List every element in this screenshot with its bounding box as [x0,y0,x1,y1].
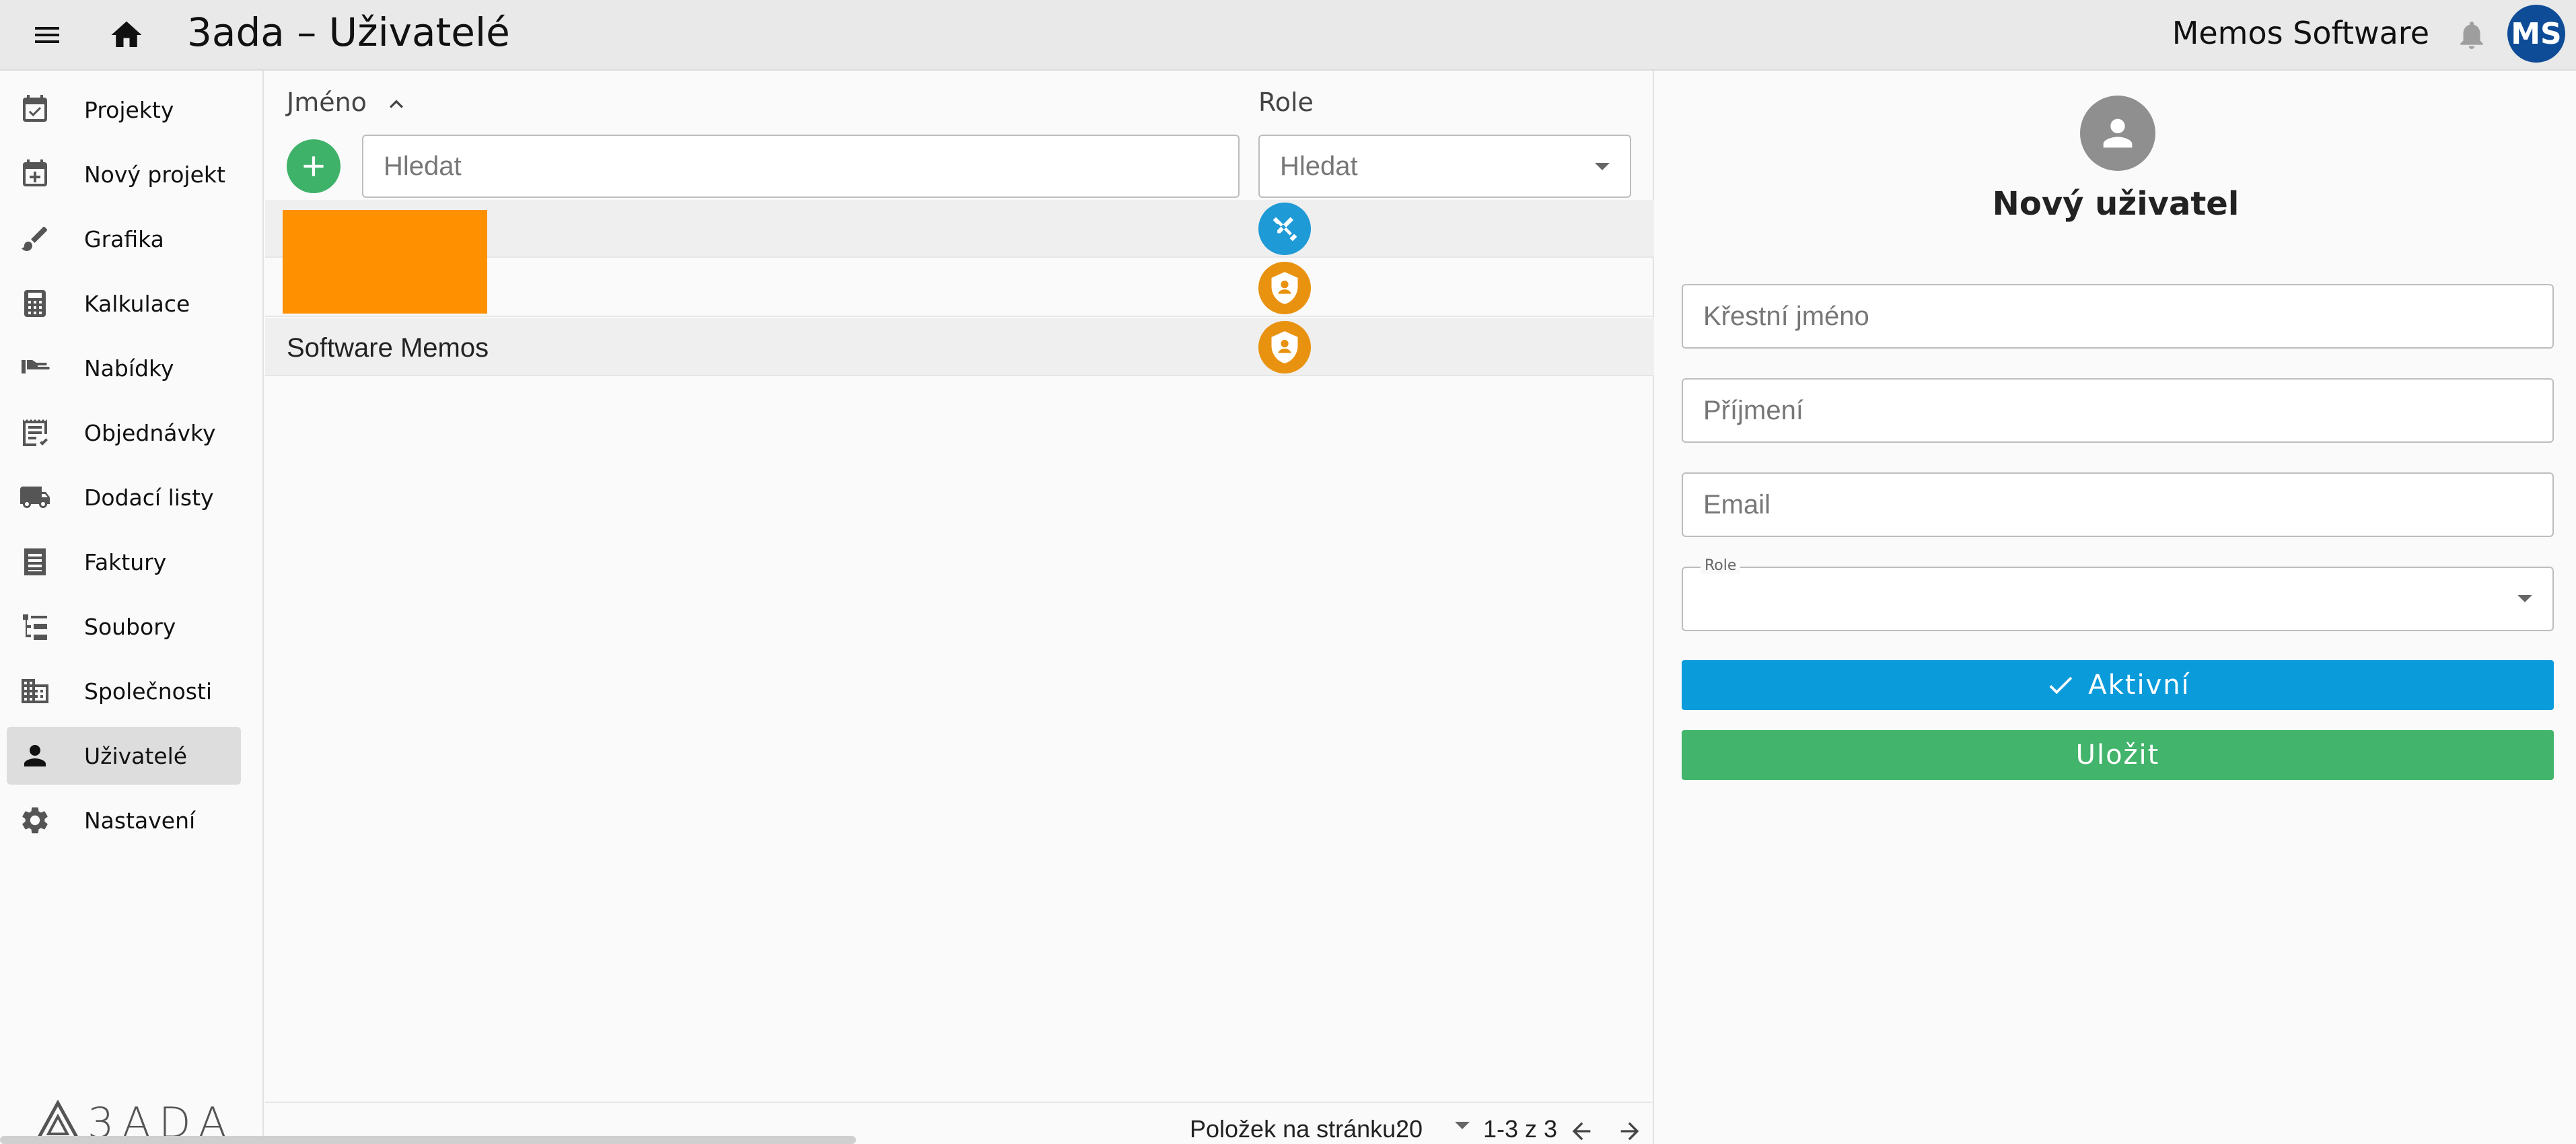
last-name-input[interactable] [1703,395,2552,426]
sidebar-item-label: Projekty [84,96,174,123]
role-badge [1258,203,1311,255]
calendar-check-icon [23,95,47,122]
building-icon [22,679,48,703]
email-input[interactable] [1703,489,2552,520]
save-button[interactable]: Uložit [1682,730,2554,780]
sidebar-item-label: Nastavení [84,807,196,834]
calendar-plus-icon [23,159,47,186]
sidebar-item-label: Nabídky [84,355,174,382]
sidebar-item-label: Soubory [84,613,176,640]
sidebar-item-label: Objednávky [84,419,216,446]
admin-shield-icon [1271,331,1298,363]
bell-icon [2460,22,2483,49]
form-avatar [2080,96,2155,171]
sidebar-item-spolecnosti[interactable]: Společnosti [7,662,241,720]
receipt-icon [23,419,48,446]
file-tree-icon [23,614,47,640]
admin-shield-icon [1271,272,1298,304]
horizontal-scrollbar[interactable] [0,1136,856,1144]
home-button[interactable] [106,15,147,55]
role-search-select[interactable] [1258,135,1631,198]
users-table: Jméno Role Software Memos Položek na str… [265,71,1654,1144]
sidebar-item-label: Grafika [84,225,164,252]
role-search-input[interactable] [1280,151,1630,182]
first-name-field [1682,284,2554,349]
next-page-icon[interactable] [1616,1118,1643,1144]
sidebar-item-nastaveni[interactable]: Nastavení [7,791,241,849]
calculator-icon [24,290,46,317]
menu-icon [35,27,59,43]
sidebar-item-uzivatele[interactable]: Uživatelé [7,727,241,785]
sidebar-item-novy-projekt[interactable]: Nový projekt [7,145,241,203]
redaction-block [283,210,487,314]
sidebar-item-projekty[interactable]: Projekty [7,81,241,139]
dropdown-arrow-icon [1595,163,1610,170]
table-row[interactable]: Software Memos [265,318,1654,376]
prev-page-icon[interactable] [1568,1118,1595,1144]
column-header-name[interactable]: Jméno [287,87,367,117]
invoice-icon [24,548,46,575]
home-icon [111,21,142,47]
engineer-tools-icon [1273,217,1297,242]
page-title: 3ada – Uživatelé [187,9,510,55]
plus-icon [303,156,324,176]
sidebar-item-dodaci-listy[interactable]: Dodací listy [7,468,241,526]
email-field [1682,472,2554,537]
sort-ascending-icon[interactable] [383,91,410,118]
role-field-label: Role [1701,557,1741,574]
sidebar: Projekty Nový projekt Grafika Kalkulace … [0,71,264,1144]
sidebar-item-label: Kalkulace [84,290,190,317]
first-name-input[interactable] [1703,301,2552,332]
sidebar-item-faktury[interactable]: Faktury [7,533,241,591]
role-badge [1258,262,1311,314]
sidebar-item-label: Uživatelé [84,742,188,769]
save-button-label: Uložit [2075,740,2160,771]
form-title: Nový uživatel [1992,185,2240,223]
column-header-role[interactable]: Role [1258,87,1314,117]
role-badge [1258,321,1311,373]
role-select[interactable]: Role [1682,557,2554,631]
new-user-form: Nový uživatel Role Aktivní Uložit [1655,71,2576,1144]
sidebar-item-label: Společnosti [84,678,213,705]
name-search-input-wrapper [362,135,1240,198]
per-page-label: Položek na stránku: [1190,1115,1403,1143]
name-search-input[interactable] [384,151,1238,182]
truck-icon [20,487,50,508]
user-name: Software Memos [287,333,489,363]
top-bar: 3ada – Uživatelé Memos Software MS [0,0,2576,71]
per-page-dropdown-icon[interactable] [1455,1122,1470,1129]
active-button-label: Aktivní [2088,670,2190,701]
sidebar-item-nabidky[interactable]: Nabídky [7,339,241,397]
last-name-field [1682,378,2554,443]
company-name: Memos Software [2172,15,2429,51]
sidebar-item-label: Dodací listy [84,484,214,511]
brush-icon [22,226,48,251]
page-range: 1-3 z 3 [1483,1115,1558,1143]
per-page-select[interactable]: 20 [1396,1115,1423,1143]
sidebar-item-grafika[interactable]: Grafika [7,210,241,268]
active-toggle-button[interactable]: Aktivní [1682,660,2554,710]
notifications-button[interactable] [2455,18,2489,52]
person-icon [2103,118,2133,148]
sidebar-item-label: Faktury [84,548,167,575]
sidebar-item-objednavky[interactable]: Objednávky [7,404,241,462]
gear-icon [22,807,48,834]
check-icon [2049,676,2073,694]
sidebar-item-soubory[interactable]: Soubory [7,598,241,655]
add-user-button[interactable] [287,139,341,193]
hand-offer-icon [22,360,50,373]
dropdown-arrow-icon [2517,595,2532,602]
menu-button[interactable] [27,15,67,55]
person-icon [24,745,46,766]
sidebar-item-kalkulace[interactable]: Kalkulace [7,275,241,332]
user-avatar[interactable]: MS [2507,5,2565,63]
sidebar-item-label: Nový projekt [84,161,225,188]
